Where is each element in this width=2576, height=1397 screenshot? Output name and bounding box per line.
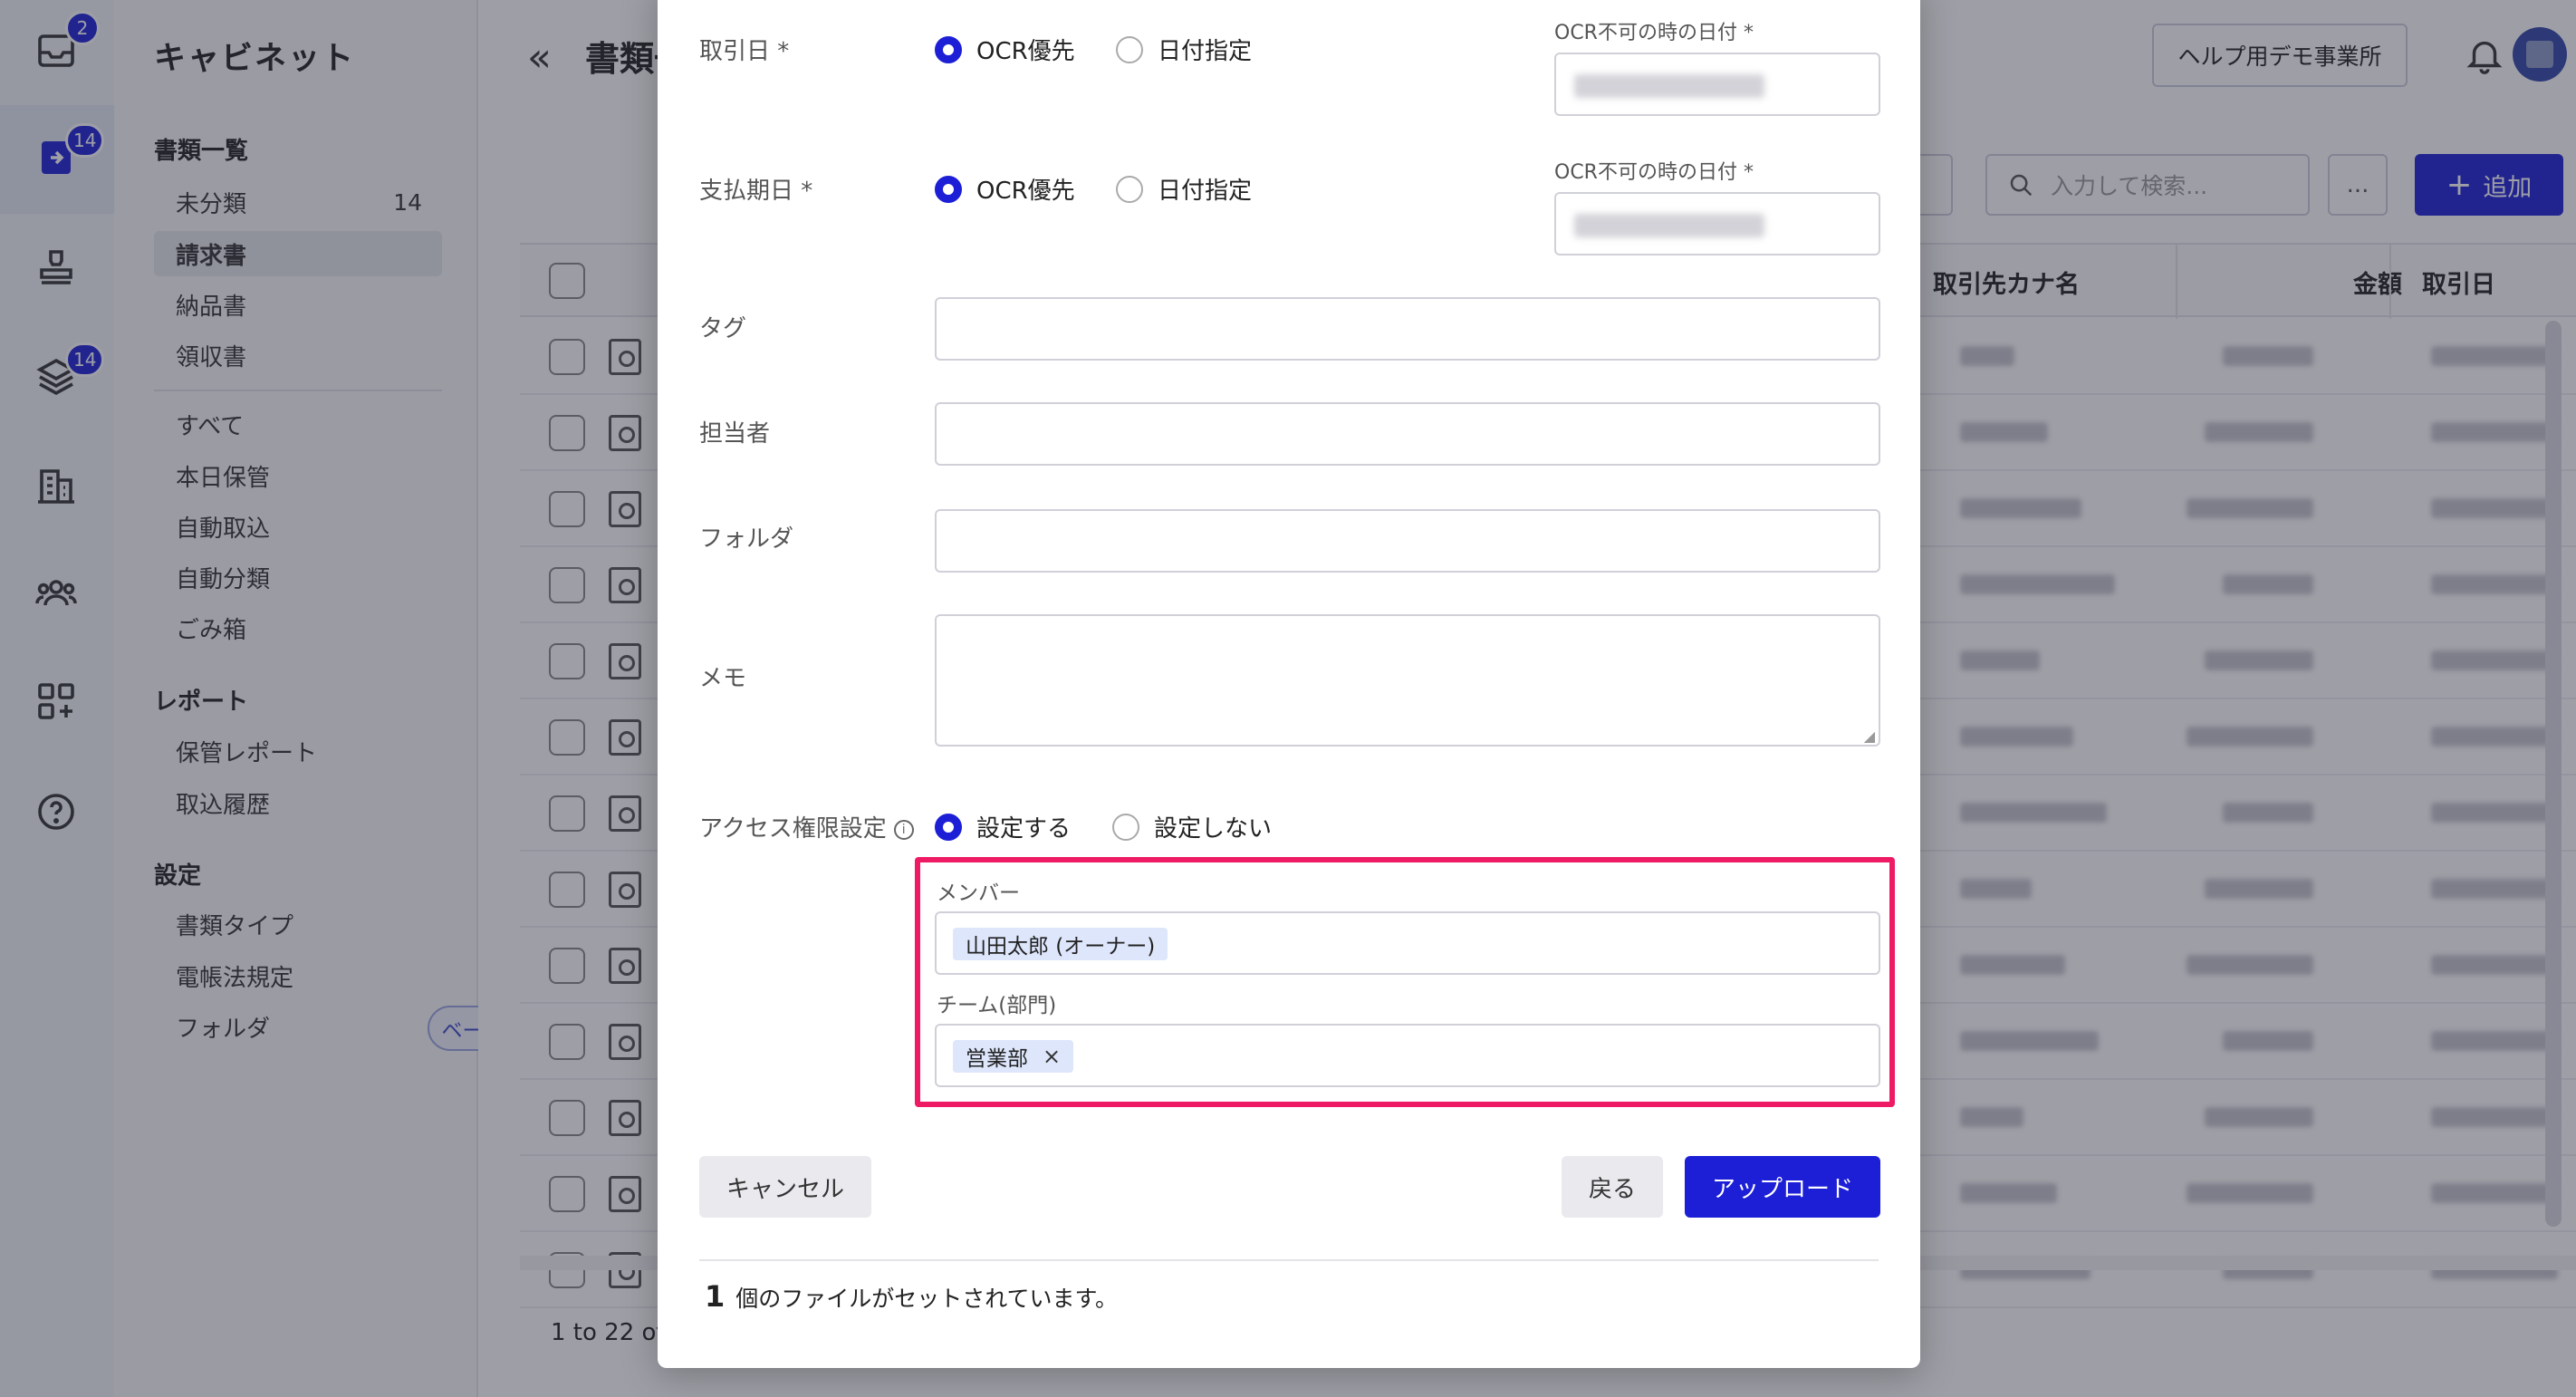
close-icon[interactable]: ×	[1043, 1044, 1061, 1069]
radio-dot	[1116, 175, 1143, 203]
radio-label: 日付指定	[1158, 178, 1253, 205]
transaction-date-ocr-radio[interactable]: OCR優先	[935, 33, 1075, 66]
assignee-label: 担当者	[699, 420, 771, 448]
radio-label: 設定しない	[1154, 815, 1273, 843]
transaction-fallback-date-input[interactable]	[1554, 53, 1880, 116]
radio-dot	[1112, 813, 1139, 841]
payment-due-ocr-radio[interactable]: OCR優先	[935, 172, 1075, 206]
tag-input[interactable]	[935, 297, 1880, 361]
access-setting-label-text: アクセス権限設定	[699, 815, 887, 843]
memo-textarea[interactable]: ◢	[935, 614, 1880, 747]
radio-label: OCR優先	[976, 178, 1075, 205]
file-count-text: 個のファイルがセットされています。	[735, 1286, 1119, 1312]
member-select[interactable]: 山田太郎 (オーナー)	[935, 911, 1880, 975]
radio-label: 設定する	[976, 815, 1072, 843]
assignee-input[interactable]	[935, 402, 1880, 466]
upload-settings-dialog: 取引日 * OCR優先 日付指定 OCR不可の時の日付 * 支払期日 * OCR…	[658, 0, 1920, 1368]
access-off-radio[interactable]: 設定しない	[1112, 810, 1272, 843]
transaction-fallback-date-label: OCR不可の時の日付 *	[1554, 22, 1754, 44]
member-chip[interactable]: 山田太郎 (オーナー)	[953, 928, 1168, 960]
team-select[interactable]: 営業部 ×	[935, 1024, 1880, 1087]
member-chip-label: 山田太郎 (オーナー)	[966, 935, 1156, 959]
team-chip[interactable]: 営業部 ×	[953, 1040, 1074, 1073]
access-on-radio[interactable]: 設定する	[935, 810, 1071, 843]
file-count: 1	[705, 1279, 726, 1314]
radio-dot	[935, 813, 962, 841]
info-icon[interactable]: i	[893, 819, 914, 840]
tag-label: タグ	[699, 315, 747, 342]
radio-label: 日付指定	[1158, 38, 1253, 65]
transaction-date-label: 取引日 *	[699, 38, 790, 65]
access-setting-label: アクセス権限設定 i	[699, 810, 914, 843]
transaction-date-specify-radio[interactable]: 日付指定	[1116, 33, 1252, 66]
cancel-button[interactable]: キャンセル	[699, 1156, 871, 1218]
payment-due-specify-radio[interactable]: 日付指定	[1116, 172, 1252, 206]
radio-label: OCR優先	[976, 38, 1075, 65]
blurred-date-value	[1574, 214, 1764, 237]
payment-due-label: 支払期日 *	[699, 178, 813, 205]
file-count-status: 1 個のファイルがセットされています。	[705, 1279, 1118, 1314]
blurred-date-value	[1574, 74, 1764, 98]
payment-fallback-date-label: OCR不可の時の日付 *	[1554, 161, 1754, 184]
upload-button[interactable]: アップロード	[1685, 1156, 1880, 1218]
resize-handle-icon[interactable]: ◢	[1864, 727, 1875, 745]
memo-label: メモ	[699, 665, 747, 692]
back-button[interactable]: 戻る	[1562, 1156, 1663, 1218]
radio-dot	[935, 175, 962, 203]
folder-label: フォルダ	[699, 525, 794, 553]
radio-dot	[1116, 35, 1143, 63]
member-label: メンバー	[937, 882, 1020, 905]
modal-divider	[699, 1259, 1879, 1261]
team-chip-label: 営業部	[966, 1047, 1028, 1071]
folder-input[interactable]	[935, 509, 1880, 573]
payment-fallback-date-input[interactable]	[1554, 192, 1880, 255]
radio-dot	[935, 35, 962, 63]
team-label: チーム(部門)	[937, 994, 1057, 1017]
